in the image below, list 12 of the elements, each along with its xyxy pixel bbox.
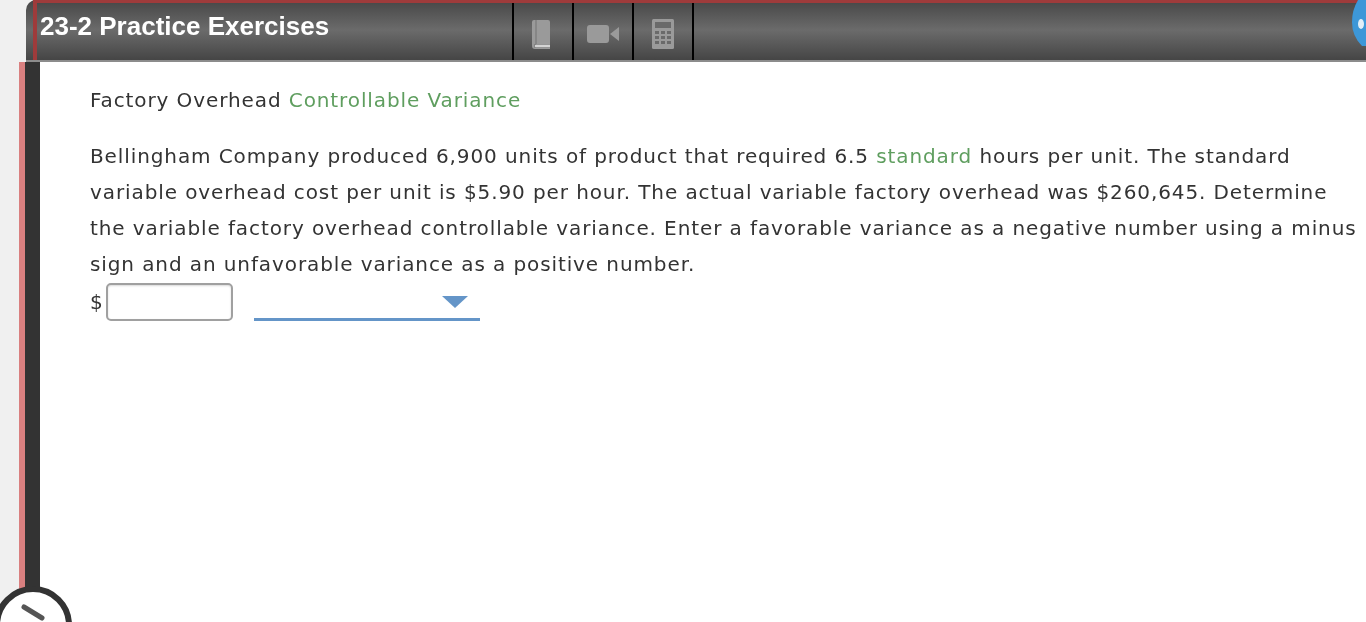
dollar-sign: $ <box>90 290 104 314</box>
amount-input[interactable] <box>105 283 233 321</box>
question-text: Bellingham Company produced 6,900 units of product that required 6.5 standard hours per unit. The standard variable overhead cost per unit is $5.90 per hour. The actual variable factory overhead was $260,645. Determine the variable factory overhead controllable variance. Enter a favorable variance as a negative number using a minus sign and an unfavorable variance as a positive number. <box>90 143 1358 278</box>
glossary-link[interactable]: Controllable Variance <box>288 88 522 112</box>
page-title: 23-2 Practice Exercises <box>40 11 330 41</box>
bubble-icon[interactable] <box>1352 0 1366 46</box>
caret-icon <box>441 295 468 308</box>
circle-button-icon[interactable] <box>0 584 74 622</box>
glossary-link[interactable]: standard <box>876 144 973 168</box>
question-heading: Factory Overhead Controllable Variance <box>90 87 523 114</box>
video-camera-icon <box>587 24 619 43</box>
calculator-icon <box>652 18 674 49</box>
